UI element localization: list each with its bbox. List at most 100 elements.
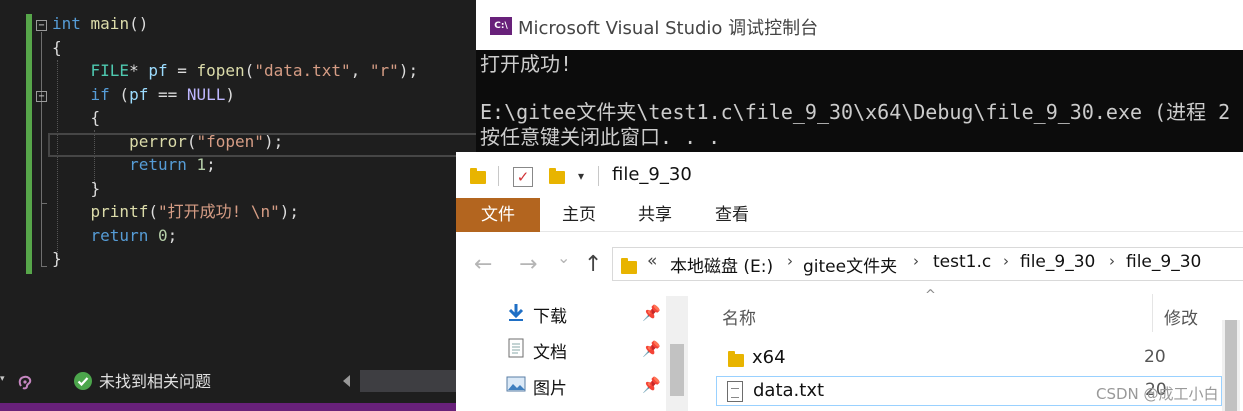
pin-icon[interactable]: 📌 — [642, 304, 661, 322]
column-header-modified[interactable]: 修改 — [1164, 304, 1198, 329]
forward-arrow-icon[interactable]: → — [519, 252, 537, 277]
intellicode-icon[interactable] — [14, 371, 36, 393]
toolbar-divider — [498, 166, 499, 186]
recent-locations-icon[interactable]: ⌄ — [557, 248, 570, 267]
code-line[interactable]: } — [52, 247, 62, 271]
code-line[interactable]: { — [52, 106, 101, 130]
folder-icon — [621, 258, 637, 274]
code-token: ); — [263, 131, 284, 151]
scrollbar-thumb[interactable] — [670, 344, 684, 396]
file-explorer-window[interactable]: ✓ ▾ file_9_30 文件 主页 共享 查看 ← → ⌄ ↑ « 本地磁盘… — [456, 152, 1243, 411]
code-token: pf — [129, 84, 149, 104]
code-token: "data.txt" — [254, 61, 351, 80]
toolbar-divider — [598, 166, 599, 186]
breadcrumb-overflow[interactable]: « — [647, 251, 657, 271]
scrollbar-thumb[interactable] — [1225, 320, 1237, 411]
breadcrumb-separator[interactable]: › — [1003, 252, 1009, 270]
customize-dropdown-icon[interactable]: ▾ — [578, 169, 584, 183]
code-token: ); — [398, 61, 419, 80]
navigation-pane[interactable]: 下载 📌 文档 📌 图片 📌 — [456, 288, 696, 411]
code-token: perror — [129, 131, 187, 151]
quick-access-downloads[interactable]: 下载 — [533, 302, 567, 327]
scroll-left-arrow-icon[interactable] — [343, 375, 350, 387]
column-divider[interactable] — [1152, 294, 1153, 332]
pin-icon[interactable]: 📌 — [642, 340, 661, 358]
code-token: } — [52, 178, 101, 198]
pin-icon[interactable]: 📌 — [642, 376, 661, 394]
tab-file[interactable]: 文件 — [456, 198, 540, 232]
text-file-icon — [727, 381, 743, 402]
code-line[interactable]: } — [52, 177, 101, 201]
fold-toggle-main[interactable]: − — [36, 20, 47, 31]
code-token: { — [52, 108, 101, 127]
console-title-bar[interactable]: C:\ Microsoft Visual Studio 调试控制台 — [476, 0, 1243, 50]
code-token: 1 — [196, 155, 207, 174]
code-token: ( — [244, 61, 255, 80]
folder-icon — [728, 351, 744, 367]
download-icon — [508, 304, 524, 321]
address-bar[interactable]: « 本地磁盘 (E:) › gitee文件夹 › test1.c › file_… — [612, 247, 1243, 281]
code-token: main — [80, 14, 130, 33]
breadcrumb-drive[interactable]: 本地磁盘 (E:) — [670, 252, 773, 277]
tab-home[interactable]: 主页 — [554, 198, 604, 232]
code-token: ; — [206, 155, 216, 174]
code-token: = — [167, 61, 197, 80]
code-token: ( — [186, 131, 197, 151]
code-token: printf — [90, 202, 149, 221]
code-token: return — [90, 225, 149, 245]
console-app-icon: C:\ — [490, 17, 512, 35]
code-line[interactable]: FILE* pf = fopen("data.txt", "r"); — [52, 59, 419, 83]
folder-icon[interactable] — [470, 168, 486, 184]
code-line[interactable]: int main() — [52, 12, 148, 36]
code-token: } — [52, 249, 62, 268]
code-token: , — [350, 61, 370, 80]
quick-access-pictures[interactable]: 图片 — [533, 374, 567, 399]
chevron-down-icon[interactable]: ▾ — [0, 374, 5, 384]
up-arrow-icon[interactable]: ↑ — [584, 252, 602, 277]
fold-toggle-if[interactable]: − — [36, 91, 47, 102]
code-line[interactable]: return 1; — [52, 153, 216, 177]
file-list-scrollbar[interactable] — [1222, 320, 1240, 411]
breadcrumb-separator[interactable]: › — [787, 252, 793, 270]
code-token: 0 — [157, 225, 168, 245]
breadcrumb-folder[interactable]: file_9_30 — [1020, 252, 1095, 272]
code-token: () — [129, 14, 149, 33]
breadcrumb-separator[interactable]: › — [1109, 252, 1115, 270]
back-arrow-icon[interactable]: ← — [474, 252, 492, 277]
breadcrumb-current-folder[interactable]: file_9_30 — [1126, 252, 1201, 272]
code-token: fopen — [196, 61, 245, 80]
breadcrumb-gitee[interactable]: gitee文件夹 — [803, 252, 897, 277]
fold-end-if — [41, 203, 47, 204]
breadcrumb-separator[interactable]: › — [913, 252, 919, 270]
console-output-line: 按任意键关闭此窗口. . . — [480, 125, 721, 149]
code-line[interactable]: return 0; — [52, 224, 178, 248]
file-name: data.txt — [753, 380, 825, 401]
tab-view[interactable]: 查看 — [707, 198, 757, 232]
list-item[interactable]: x64 20 — [716, 344, 1222, 374]
code-editor[interactable]: − − int main(){ FILE* pf = fopen("data.t… — [0, 0, 478, 411]
code-line[interactable]: perror("fopen"); — [52, 130, 283, 154]
code-line[interactable]: printf("打开成功! \n"); — [52, 200, 300, 224]
debug-console-window[interactable]: C:\ Microsoft Visual Studio 调试控制台 打开成功! … — [476, 0, 1243, 152]
tab-share[interactable]: 共享 — [630, 198, 680, 232]
column-header-name[interactable]: 名称 — [722, 304, 756, 329]
code-token: "r" — [369, 61, 399, 80]
document-icon — [508, 338, 524, 358]
code-token: ( — [109, 84, 130, 104]
code-line[interactable]: if (pf == NULL) — [52, 83, 236, 107]
properties-check-icon[interactable]: ✓ — [513, 167, 533, 187]
quick-access-documents[interactable]: 文档 — [533, 338, 567, 363]
ribbon-tabs: 文件 主页 共享 查看 — [456, 198, 1243, 232]
breadcrumb-test1c[interactable]: test1.c — [933, 252, 991, 272]
navigation-scrollbar[interactable] — [666, 296, 688, 411]
no-issues-check-icon — [74, 372, 92, 390]
code-token: return — [129, 155, 187, 174]
code-line[interactable]: { — [52, 36, 62, 60]
change-indicator-bar — [26, 14, 32, 274]
new-folder-icon[interactable] — [549, 168, 565, 184]
console-output-line: E:\gitee文件夹\test1.c\file_9_30\x64\Debug\… — [480, 100, 1231, 124]
